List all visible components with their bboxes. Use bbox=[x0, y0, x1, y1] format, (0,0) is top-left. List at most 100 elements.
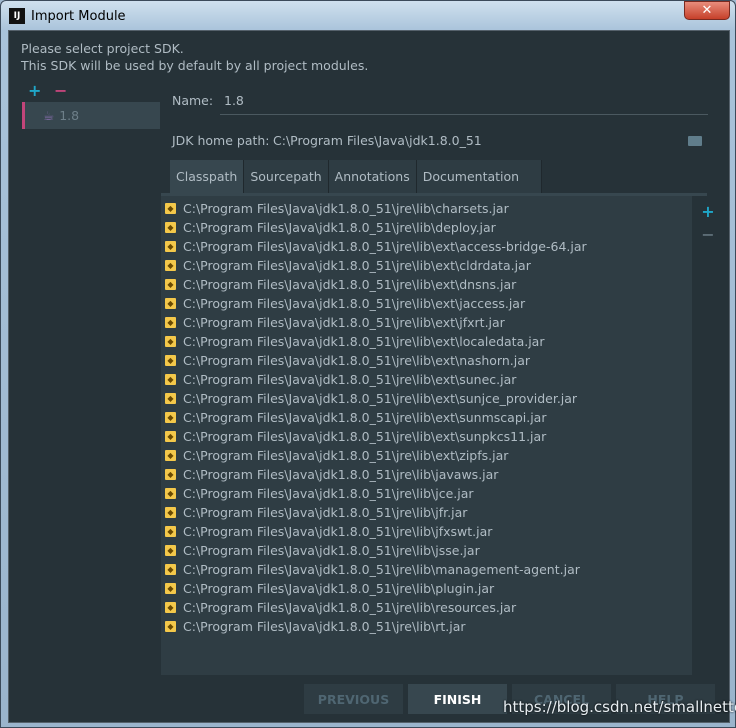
classpath-path: C:\Program Files\Java\jdk1.8.0_51\jre\li… bbox=[183, 391, 578, 406]
jar-icon: ◆ bbox=[165, 583, 176, 594]
name-input-underline bbox=[220, 114, 708, 115]
classpath-path: C:\Program Files\Java\jdk1.8.0_51\jre\li… bbox=[183, 201, 509, 216]
classpath-path: C:\Program Files\Java\jdk1.8.0_51\jre\li… bbox=[183, 619, 466, 634]
classpath-path: C:\Program Files\Java\jdk1.8.0_51\jre\li… bbox=[183, 334, 545, 349]
classpath-path: C:\Program Files\Java\jdk1.8.0_51\jre\li… bbox=[183, 353, 531, 368]
classpath-row[interactable]: ◆ C:\Program Files\Java\jdk1.8.0_51\jre\l… bbox=[161, 237, 692, 256]
classpath-row[interactable]: ◆ C:\Program Files\Java\jdk1.8.0_51\jre\l… bbox=[161, 503, 692, 522]
jar-icon: ◆ bbox=[165, 564, 176, 575]
description-line: Please select project SDK. bbox=[21, 41, 184, 56]
classpath-row[interactable]: ◆ C:\Program Files\Java\jdk1.8.0_51\jre\l… bbox=[161, 389, 692, 408]
jar-icon: ◆ bbox=[165, 222, 176, 233]
classpath-row[interactable]: ◆ C:\Program Files\Java\jdk1.8.0_51\jre\l… bbox=[161, 313, 692, 332]
classpath-path: C:\Program Files\Java\jdk1.8.0_51\jre\li… bbox=[183, 410, 547, 425]
close-button[interactable]: ✕ bbox=[684, 1, 730, 20]
jar-icon: ◆ bbox=[165, 336, 176, 347]
jar-icon: ◆ bbox=[165, 393, 176, 404]
jar-icon: ◆ bbox=[165, 545, 176, 556]
classpath-path: C:\Program Files\Java\jdk1.8.0_51\jre\li… bbox=[183, 220, 496, 235]
jar-icon: ◆ bbox=[165, 507, 176, 518]
classpath-row[interactable]: ◆ C:\Program Files\Java\jdk1.8.0_51\jre\l… bbox=[161, 522, 692, 541]
classpath-path: C:\Program Files\Java\jdk1.8.0_51\jre\li… bbox=[183, 524, 493, 539]
classpath-path: C:\Program Files\Java\jdk1.8.0_51\jre\li… bbox=[183, 600, 517, 615]
jar-icon: ◆ bbox=[165, 241, 176, 252]
classpath-row[interactable]: ◆ C:\Program Files\Java\jdk1.8.0_51\jre\l… bbox=[161, 199, 692, 218]
classpath-row[interactable]: ◆ C:\Program Files\Java\jdk1.8.0_51\jre\l… bbox=[161, 256, 692, 275]
classpath-row[interactable]: ◆ C:\Program Files\Java\jdk1.8.0_51\jre\l… bbox=[161, 541, 692, 560]
classpath-row[interactable]: ◆ C:\Program Files\Java\jdk1.8.0_51\jre\l… bbox=[161, 446, 692, 465]
classpath-path: C:\Program Files\Java\jdk1.8.0_51\jre\li… bbox=[183, 505, 468, 520]
classpath-row[interactable]: ◆ C:\Program Files\Java\jdk1.8.0_51\jre\l… bbox=[161, 408, 692, 427]
classpath-path: C:\Program Files\Java\jdk1.8.0_51\jre\li… bbox=[183, 562, 580, 577]
name-label: Name: bbox=[172, 93, 214, 108]
previous-button[interactable]: PREVIOUS bbox=[304, 684, 403, 714]
classpath-row[interactable]: ◆ C:\Program Files\Java\jdk1.8.0_51\jre\l… bbox=[161, 598, 692, 617]
classpath-path: C:\Program Files\Java\jdk1.8.0_51\jre\li… bbox=[183, 296, 526, 311]
tab-bar: Classpath Sourcepath Annotations Documen… bbox=[170, 160, 542, 217]
jar-icon: ◆ bbox=[165, 431, 176, 442]
remove-sdk-button[interactable]: − bbox=[54, 81, 67, 100]
classpath-row[interactable]: ◆ C:\Program Files\Java\jdk1.8.0_51\jre\l… bbox=[161, 465, 692, 484]
jdk-path-value: C:\Program Files\Java\jdk1.8.0_51 bbox=[273, 133, 482, 148]
classpath-path: C:\Program Files\Java\jdk1.8.0_51\jre\li… bbox=[183, 581, 495, 596]
classpath-row[interactable]: ◆ C:\Program Files\Java\jdk1.8.0_51\jre\l… bbox=[161, 351, 692, 370]
dialog-window: IJ Import Module ✕ Please select project… bbox=[0, 0, 736, 728]
jar-icon: ◆ bbox=[165, 488, 176, 499]
watermark: https://blog.csdn.net/smallnetter bbox=[503, 698, 736, 716]
classpath-list[interactable]: ◆ C:\Program Files\Java\jdk1.8.0_51\jre\l… bbox=[161, 196, 692, 675]
list-toolbar: + − bbox=[693, 196, 723, 675]
classpath-path: C:\Program Files\Java\jdk1.8.0_51\jre\li… bbox=[183, 258, 531, 273]
finish-button[interactable]: FINISH bbox=[408, 684, 507, 714]
classpath-row[interactable]: ◆ C:\Program Files\Java\jdk1.8.0_51\jre\l… bbox=[161, 332, 692, 351]
classpath-row[interactable]: ◆ C:\Program Files\Java\jdk1.8.0_51\jre\l… bbox=[161, 579, 692, 598]
sdk-list-item[interactable]: ☕ 1.8 bbox=[22, 102, 160, 129]
classpath-row[interactable]: ◆ C:\Program Files\Java\jdk1.8.0_51\jre\l… bbox=[161, 370, 692, 389]
classpath-path: C:\Program Files\Java\jdk1.8.0_51\jre\li… bbox=[183, 429, 547, 444]
jar-icon: ◆ bbox=[165, 621, 176, 632]
classpath-row[interactable]: ◆ C:\Program Files\Java\jdk1.8.0_51\jre\l… bbox=[161, 427, 692, 446]
add-path-button[interactable]: + bbox=[693, 202, 723, 221]
classpath-row[interactable]: ◆ C:\Program Files\Java\jdk1.8.0_51\jre\l… bbox=[161, 275, 692, 294]
jar-icon: ◆ bbox=[165, 469, 176, 480]
jar-icon: ◆ bbox=[165, 412, 176, 423]
browse-folder-icon[interactable] bbox=[688, 136, 702, 146]
classpath-path: C:\Program Files\Java\jdk1.8.0_51\jre\li… bbox=[183, 486, 474, 501]
jar-icon: ◆ bbox=[165, 203, 176, 214]
classpath-path: C:\Program Files\Java\jdk1.8.0_51\jre\li… bbox=[183, 467, 499, 482]
jar-icon: ◆ bbox=[165, 260, 176, 271]
add-sdk-button[interactable]: + bbox=[28, 81, 41, 100]
jar-icon: ◆ bbox=[165, 602, 176, 613]
jdk-path-label: JDK home path: bbox=[172, 133, 270, 148]
jar-icon: ◆ bbox=[165, 450, 176, 461]
classpath-row[interactable]: ◆ C:\Program Files\Java\jdk1.8.0_51\jre\l… bbox=[161, 617, 692, 636]
java-cup-icon: ☕ bbox=[43, 108, 55, 123]
classpath-path: C:\Program Files\Java\jdk1.8.0_51\jre\li… bbox=[183, 315, 505, 330]
jar-icon: ◆ bbox=[165, 526, 176, 537]
tab-classpath[interactable]: Classpath bbox=[170, 160, 245, 193]
classpath-path: C:\Program Files\Java\jdk1.8.0_51\jre\li… bbox=[183, 239, 587, 254]
classpath-row[interactable]: ◆ C:\Program Files\Java\jdk1.8.0_51\jre\l… bbox=[161, 218, 692, 237]
tab-documentation-paths[interactable]: Documentation Paths bbox=[417, 160, 542, 217]
classpath-path: C:\Program Files\Java\jdk1.8.0_51\jre\li… bbox=[183, 372, 517, 387]
jar-icon: ◆ bbox=[165, 279, 176, 290]
jar-icon: ◆ bbox=[165, 355, 176, 366]
sdk-label: 1.8 bbox=[59, 108, 80, 123]
tab-annotations[interactable]: Annotations bbox=[329, 160, 417, 193]
name-input[interactable]: 1.8 bbox=[224, 93, 244, 108]
description: Please select project SDK. This SDK will… bbox=[21, 40, 368, 74]
window-title: Import Module bbox=[31, 8, 126, 24]
jar-icon: ◆ bbox=[165, 298, 176, 309]
jar-icon: ◆ bbox=[165, 374, 176, 385]
title-bar: IJ Import Module bbox=[9, 6, 126, 26]
jar-icon: ◆ bbox=[165, 317, 176, 328]
intellij-logo-icon: IJ bbox=[9, 8, 25, 24]
classpath-path: C:\Program Files\Java\jdk1.8.0_51\jre\li… bbox=[183, 277, 517, 292]
classpath-row[interactable]: ◆ C:\Program Files\Java\jdk1.8.0_51\jre\l… bbox=[161, 294, 692, 313]
classpath-row[interactable]: ◆ C:\Program Files\Java\jdk1.8.0_51\jre\l… bbox=[161, 484, 692, 503]
classpath-path: C:\Program Files\Java\jdk1.8.0_51\jre\li… bbox=[183, 543, 480, 558]
tab-sourcepath[interactable]: Sourcepath bbox=[244, 160, 329, 193]
classpath-row[interactable]: ◆ C:\Program Files\Java\jdk1.8.0_51\jre\l… bbox=[161, 560, 692, 579]
remove-path-button[interactable]: − bbox=[693, 225, 723, 244]
description-line: This SDK will be used by default by all … bbox=[21, 58, 369, 73]
classpath-path: C:\Program Files\Java\jdk1.8.0_51\jre\li… bbox=[183, 448, 509, 463]
